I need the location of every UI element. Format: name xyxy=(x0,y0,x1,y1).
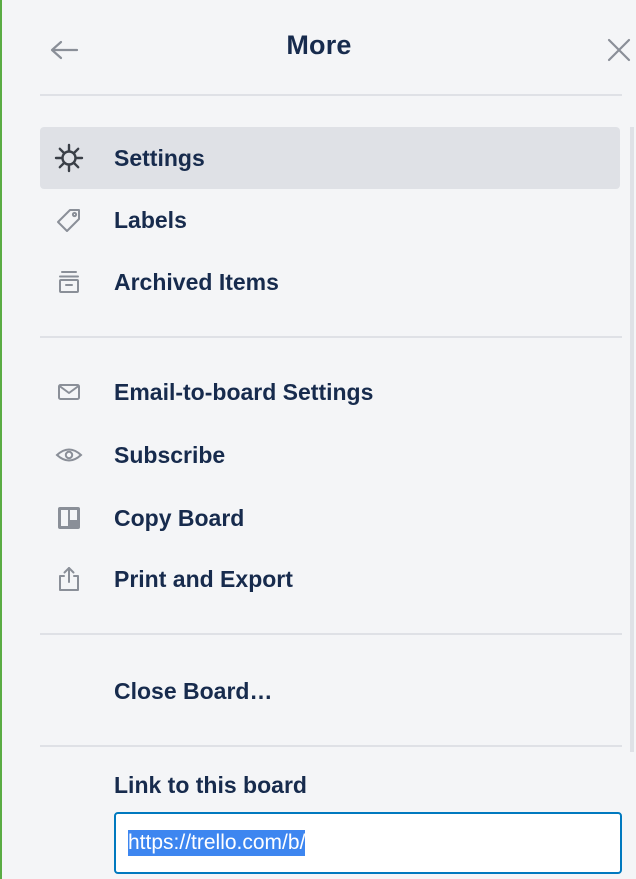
section-divider xyxy=(40,745,622,747)
menu-item-label: Print and Export xyxy=(114,565,293,592)
menu-item-label: Archived Items xyxy=(114,268,279,295)
menu-item-subscribe[interactable]: Subscribe xyxy=(40,424,620,486)
menu-item-label: Close Board… xyxy=(114,677,273,704)
menu-item-print-and-export[interactable]: Print and Export xyxy=(40,548,620,610)
menu-item-email-to-board-settings[interactable]: Email-to-board Settings xyxy=(40,361,620,423)
menu-item-label: Subscribe xyxy=(114,441,226,468)
menu-item-archived-items[interactable]: Archived Items xyxy=(40,251,620,313)
close-icon xyxy=(607,38,631,62)
board-icon xyxy=(54,503,84,533)
scrollbar[interactable] xyxy=(630,127,634,752)
panel-title: More xyxy=(286,30,352,60)
gear-icon xyxy=(54,143,84,173)
link-to-board-label: Link to this board xyxy=(114,772,307,798)
more-menu-panel: More Settings Labels Archived Items Emai… xyxy=(0,0,636,879)
tag-icon xyxy=(54,205,84,235)
mail-icon xyxy=(54,377,84,407)
menu-item-copy-board[interactable]: Copy Board xyxy=(40,487,620,549)
share-icon xyxy=(54,564,84,594)
menu-item-label: Copy Board xyxy=(114,504,245,531)
board-link-input[interactable]: https://trello.com/b/ xyxy=(114,812,622,874)
menu-item-label: Labels xyxy=(114,206,187,233)
section-divider xyxy=(40,633,622,635)
archive-icon xyxy=(54,267,84,297)
close-button[interactable] xyxy=(606,28,636,72)
panel-header: More xyxy=(2,0,636,95)
header-divider xyxy=(40,94,622,96)
section-divider xyxy=(40,336,622,338)
menu-item-settings[interactable]: Settings xyxy=(40,127,620,189)
menu-item-label: Email-to-board Settings xyxy=(114,378,374,405)
menu-item-label: Settings xyxy=(114,144,205,171)
menu-item-labels[interactable]: Labels xyxy=(40,189,620,251)
menu-item-close-board[interactable]: Close Board… xyxy=(40,660,620,722)
board-link-value: https://trello.com/b/ xyxy=(128,830,306,856)
eye-icon xyxy=(54,440,84,470)
